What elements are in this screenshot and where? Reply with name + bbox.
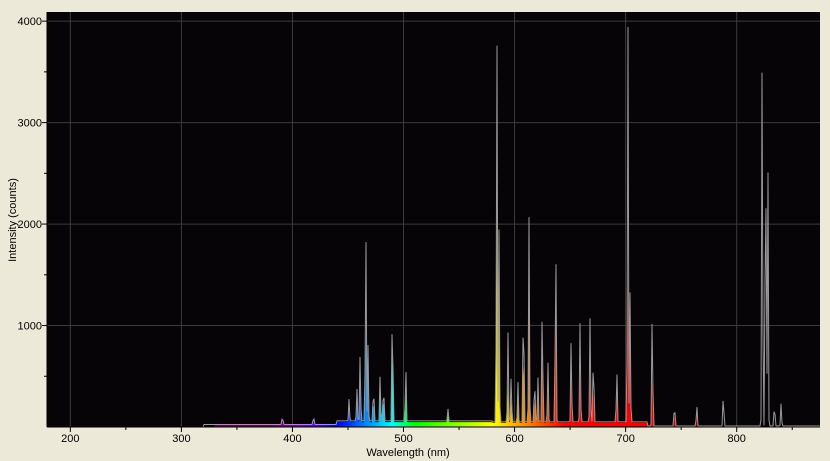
x-tick-label: 800 [728,433,746,445]
y-axis-label: Intensity (counts) [7,178,19,262]
x-tick-label: 200 [61,433,79,445]
y-tick-label: 4000 [18,16,42,28]
x-tick-label: 700 [616,433,634,445]
x-tick-label: 400 [283,433,301,445]
plot-area [47,12,820,427]
x-tick-label: 600 [505,433,523,445]
y-tick-label: 1000 [18,321,42,333]
x-tick-label: 500 [394,433,412,445]
x-axis-label: Wavelength (nm) [366,447,449,459]
y-tick-label: 2000 [18,219,42,231]
x-tick-label: 300 [172,433,190,445]
spectrum-chart: 200 300 400 500 600 700 800 1000 2000 3000 4000 Wa… [7,12,820,459]
y-tick-label: 3000 [18,118,42,130]
